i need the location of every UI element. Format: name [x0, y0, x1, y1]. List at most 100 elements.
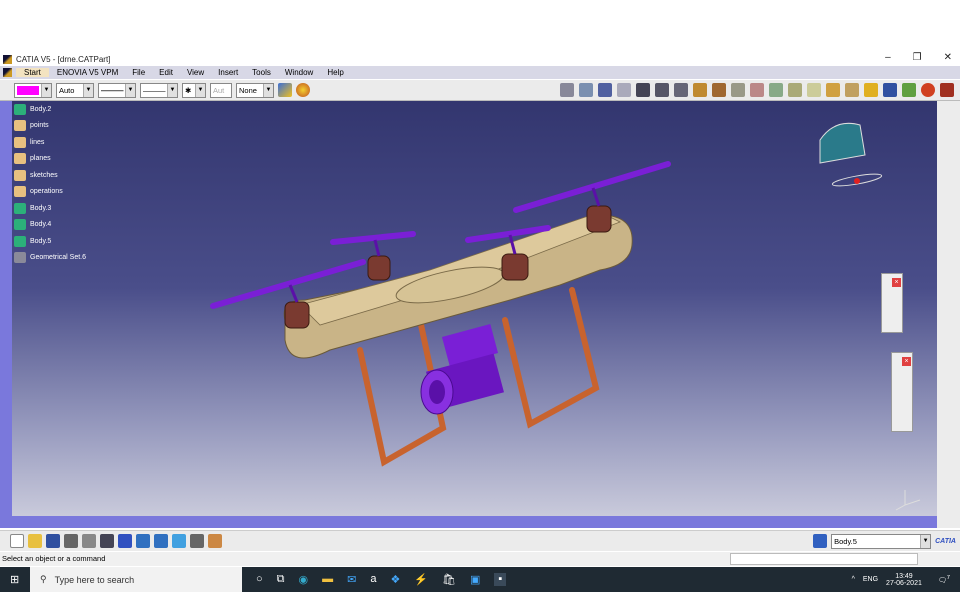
- zoom-out-icon[interactable]: [154, 534, 168, 548]
- tree-node-planes[interactable]: planes: [14, 151, 86, 168]
- painter-icon[interactable]: [278, 83, 292, 97]
- windows-start-icon[interactable]: ⊞: [10, 573, 19, 586]
- close-icon[interactable]: ×: [892, 278, 901, 287]
- new-icon[interactable]: [10, 534, 24, 548]
- pad-icon[interactable]: [655, 83, 669, 97]
- tree-node-sketches[interactable]: sketches: [14, 167, 86, 184]
- menu-start[interactable]: Start: [16, 68, 49, 77]
- edge-icon[interactable]: ◉: [299, 573, 309, 586]
- dropbox-icon[interactable]: ❖: [390, 573, 400, 586]
- show-hidden-icons[interactable]: ^: [852, 576, 855, 583]
- save-icon[interactable]: [46, 534, 60, 548]
- tree-node-operations[interactable]: operations: [14, 184, 86, 201]
- open-icon[interactable]: [28, 534, 42, 548]
- taskbar-search[interactable]: ⚲ Type here to search: [30, 567, 242, 592]
- properties-icon[interactable]: [296, 83, 310, 97]
- iso-view-icon[interactable]: [845, 83, 859, 97]
- menu-insert[interactable]: Insert: [218, 68, 238, 77]
- shading-icon[interactable]: [826, 83, 840, 97]
- restore-button[interactable]: ❐: [913, 52, 922, 63]
- linetype-select[interactable]: ——— ▼: [98, 82, 136, 98]
- hide-show-icon[interactable]: [902, 83, 916, 97]
- minimize-button[interactable]: –: [885, 52, 891, 63]
- vertical-scrollbar[interactable]: [0, 101, 12, 528]
- menu-edit[interactable]: Edit: [159, 68, 173, 77]
- app-icon[interactable]: ⚡: [414, 573, 428, 586]
- zoom-in-icon[interactable]: [136, 534, 150, 548]
- command-input[interactable]: [730, 553, 918, 565]
- clock-time: 13:49: [895, 572, 913, 580]
- clock[interactable]: 13:49 27-06-2021: [886, 573, 922, 587]
- render-icon[interactable]: [883, 83, 897, 97]
- 3d-viewport[interactable]: [12, 101, 937, 516]
- pocket-icon[interactable]: [674, 83, 688, 97]
- point-symbol-select[interactable]: ✱ ▼: [182, 82, 206, 98]
- compass-icon[interactable]: [921, 83, 935, 97]
- fly-mode-icon[interactable]: [560, 83, 574, 97]
- file-explorer-icon[interactable]: ▬: [322, 573, 333, 586]
- menu-view[interactable]: View: [187, 68, 204, 77]
- graphic-properties-toolbar: ▼ Auto ▼ ——— ▼ ——— ▼ ✱ ▼ Aut None ▼: [0, 80, 960, 101]
- language-indicator[interactable]: ENG: [863, 576, 878, 583]
- menu-tools[interactable]: Tools: [252, 68, 271, 77]
- cortana-icon[interactable]: ○: [256, 573, 263, 586]
- task-view-icon[interactable]: ⧉: [277, 573, 285, 586]
- sketcher-icon[interactable]: [636, 83, 650, 97]
- menu-file[interactable]: File: [132, 68, 145, 77]
- undo-icon[interactable]: [82, 534, 96, 548]
- tree-node-body-4[interactable]: Body.4: [14, 217, 86, 234]
- store-icon[interactable]: 🛍: [442, 573, 456, 586]
- measure-icon[interactable]: [190, 534, 204, 548]
- floating-toolbar-1[interactable]: ×: [881, 273, 903, 333]
- transparency-select[interactable]: Auto ▼: [56, 82, 94, 98]
- tree-node-points[interactable]: points: [14, 118, 86, 135]
- slot-icon[interactable]: [769, 83, 783, 97]
- catia-taskbar-icon[interactable]: ▪: [494, 573, 507, 586]
- apply-material-icon[interactable]: [208, 534, 222, 548]
- view-icon[interactable]: [172, 534, 186, 548]
- formula-icon[interactable]: [100, 534, 114, 548]
- hole-icon[interactable]: [731, 83, 745, 97]
- rib-icon[interactable]: [750, 83, 764, 97]
- thickness-select[interactable]: ——— ▼: [140, 82, 178, 98]
- tree-node-geometrical-set-6[interactable]: Geometrical Set.6: [14, 250, 86, 267]
- part-body-icon[interactable]: [813, 534, 828, 548]
- point-symbol-value: ✱: [185, 85, 192, 95]
- tree-node-label: Body.2: [30, 105, 52, 113]
- remove-icon[interactable]: [807, 83, 821, 97]
- close-button[interactable]: ✕: [944, 52, 952, 63]
- mail-icon[interactable]: ✉: [347, 573, 356, 586]
- app-blue-icon[interactable]: ▣: [470, 573, 480, 586]
- current-body-select[interactable]: Body.5 ▼: [831, 533, 932, 549]
- menu-enovia[interactable]: ENOVIA V5 VPM: [57, 68, 118, 77]
- pan-icon[interactable]: [118, 534, 132, 548]
- tree-node-body-3[interactable]: Body.3: [14, 200, 86, 217]
- menu-help[interactable]: Help: [327, 68, 343, 77]
- notifications-icon[interactable]: 🗨7: [938, 575, 950, 584]
- fit-all-icon[interactable]: [579, 83, 593, 97]
- groove-icon[interactable]: [712, 83, 726, 97]
- menu-window[interactable]: Window: [285, 68, 313, 77]
- print-icon[interactable]: [64, 534, 78, 548]
- material-icon[interactable]: [940, 83, 954, 97]
- tree-node-body-2[interactable]: Body.2: [14, 101, 86, 118]
- body-icon: [14, 103, 26, 115]
- geometric-set-icon: [14, 120, 26, 132]
- document-icon[interactable]: [3, 68, 12, 77]
- loft-icon[interactable]: [788, 83, 802, 97]
- tree-node-label: Body.3: [30, 204, 52, 212]
- floating-toolbar-2[interactable]: ×: [891, 352, 913, 432]
- color-select[interactable]: ▼: [14, 82, 52, 98]
- close-icon[interactable]: ×: [902, 357, 911, 366]
- drone-model[interactable]: [12, 101, 937, 516]
- tree-node-lines[interactable]: lines: [14, 134, 86, 151]
- horizontal-scrollbar[interactable]: [12, 516, 937, 528]
- tree-node-body-5[interactable]: Body.5: [14, 233, 86, 250]
- shaft-icon[interactable]: [693, 83, 707, 97]
- compass-widget[interactable]: [819, 122, 883, 188]
- zoom-area-icon[interactable]: [617, 83, 631, 97]
- layer-select[interactable]: None ▼: [236, 82, 274, 98]
- front-view-icon[interactable]: [864, 83, 878, 97]
- grid-icon[interactable]: [598, 83, 612, 97]
- amazon-icon[interactable]: a: [370, 573, 376, 586]
